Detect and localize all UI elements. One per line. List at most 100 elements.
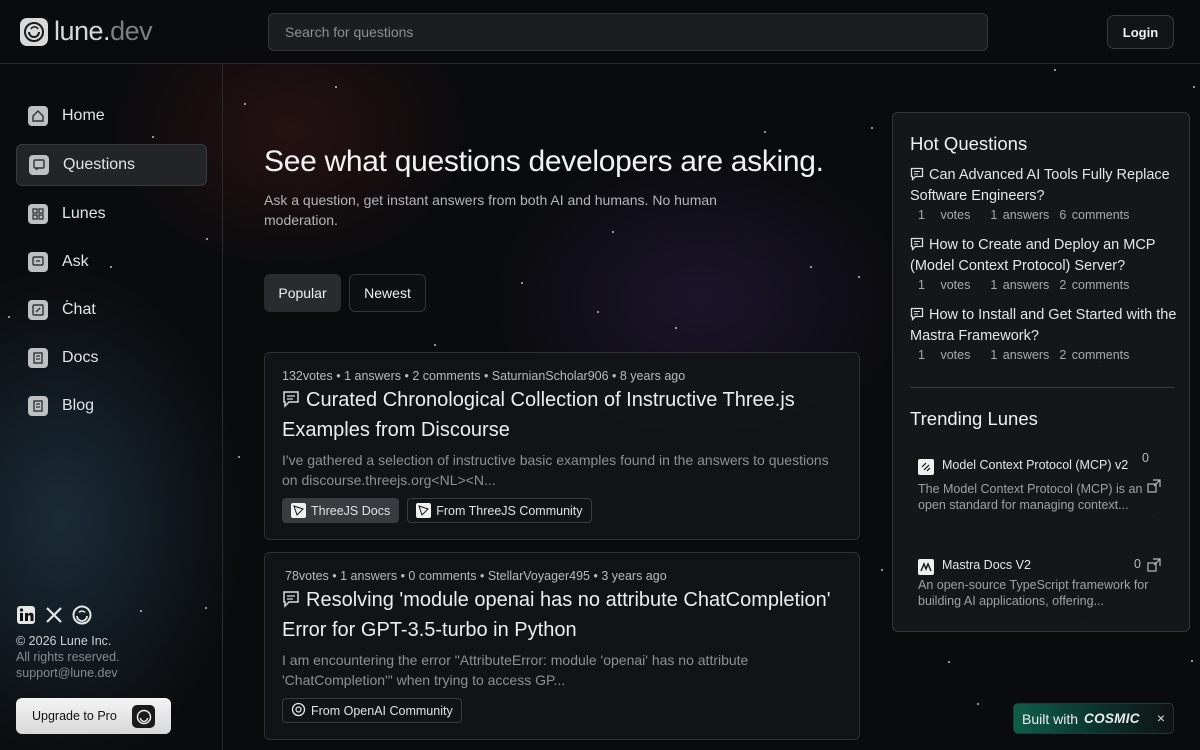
question-title-text: Curated Chronological Collection of Inst… — [282, 389, 795, 441]
comments-count: 0 comments — [408, 569, 477, 583]
tab-popular[interactable]: Popular — [264, 274, 341, 312]
lune-title-text: Model Context Protocol (MCP) v2 — [942, 458, 1129, 472]
logo[interactable]: lune.dev — [20, 16, 153, 47]
mcp-icon — [918, 459, 934, 475]
comments-count: 2 comments — [1059, 278, 1130, 292]
top-bar: lune.dev Login — [0, 0, 1200, 64]
page-title: See what questions developers are asking… — [264, 145, 824, 178]
threejs-icon — [291, 503, 306, 518]
votes-count: 1 — [918, 208, 925, 222]
comments-count: 6 comments — [1059, 208, 1130, 222]
hot-question-title-text: How to Create and Deploy an MCP (Model C… — [910, 237, 1156, 274]
questions-icon — [29, 155, 49, 175]
answers-count: 1 answers — [344, 369, 402, 383]
answers-count: 1 answers — [990, 208, 1050, 222]
question-meta: 132votes • 1 answers • 2 comments • Satu… — [282, 369, 686, 383]
logo-suffix: dev — [110, 16, 153, 46]
votes-count: 132votes — [282, 369, 333, 383]
home-icon — [28, 106, 48, 126]
search-input[interactable] — [268, 13, 988, 51]
question-title[interactable]: Curated Chronological Collection of Inst… — [282, 386, 847, 444]
question-tags: ThreeJS Docs From ThreeJS Community — [282, 498, 592, 523]
hot-question-stats: 1 votes 1 answers 2 comments — [910, 348, 1178, 362]
hot-question-item[interactable]: How to Create and Deploy an MCP (Model C… — [910, 235, 1178, 292]
question-card[interactable]: 132votes • 1 answers • 2 comments • Satu… — [264, 352, 860, 540]
sidebar-item-ask[interactable]: Ask — [16, 241, 207, 283]
lune-title-text: Mastra Docs V2 — [942, 558, 1031, 572]
trending-lune-item[interactable]: Mastra Docs V2 0 An open-source TypeScri… — [918, 557, 1173, 609]
x-twitter-icon[interactable] — [44, 605, 64, 625]
sidebar-item-questions[interactable]: Questions — [16, 144, 207, 186]
docs-icon — [28, 348, 48, 368]
sidebar-item-chat[interactable]: Chat — [16, 289, 207, 331]
tag-threejs-docs[interactable]: ThreeJS Docs — [282, 498, 400, 523]
sidebar-item-label: Blog — [62, 397, 95, 414]
built-with-text: Built with — [1022, 710, 1079, 727]
upgrade-label: Upgrade to Pro — [32, 709, 117, 723]
hot-question-item[interactable]: How to Install and Get Started with the … — [910, 305, 1178, 362]
sidebar-item-label: Ask — [62, 253, 89, 270]
lune-count: 0 — [1134, 557, 1141, 571]
question-excerpt: I am encountering the error "AttributeEr… — [282, 652, 749, 688]
question-icon — [282, 388, 300, 416]
votes-count: 78votes — [285, 569, 329, 583]
question-tags: From OpenAI Community — [282, 698, 462, 723]
comments-count: 2 comments — [412, 369, 481, 383]
votes-label: votes — [940, 278, 971, 292]
sidebar-right-panel: Hot Questions Can Advanced AI Tools Full… — [892, 112, 1190, 632]
tag-threejs-community[interactable]: From ThreeJS Community — [407, 498, 592, 523]
hot-question-title-text: How to Install and Get Started with the … — [910, 307, 1177, 344]
trending-lunes-heading: Trending Lunes — [910, 408, 1038, 429]
lune-social-icon[interactable] — [72, 605, 92, 625]
sidebar-item-home[interactable]: Home — [16, 95, 207, 137]
logo-text: lune.dev — [54, 16, 153, 47]
question-meta: 78votes • 1 answers • 0 comments • Stell… — [285, 569, 667, 583]
lune-title[interactable]: Model Context Protocol (MCP) v2 — [918, 457, 1173, 475]
copyright-text: © 2026 Lune Inc. — [16, 634, 112, 648]
login-button[interactable]: Login — [1107, 15, 1174, 49]
mastra-icon — [918, 559, 934, 575]
tag-label: From OpenAI Community — [311, 703, 453, 718]
chat-icon — [28, 300, 48, 320]
sidebar-item-label: Chat — [62, 301, 96, 318]
linkedin-icon[interactable] — [16, 605, 36, 625]
ask-icon — [28, 252, 48, 272]
sidebar-item-docs[interactable]: Docs — [16, 337, 207, 379]
close-icon[interactable]: × — [1157, 710, 1165, 726]
question-icon — [282, 588, 300, 616]
sidebar-item-blog[interactable]: Blog — [16, 385, 207, 427]
openai-icon — [291, 702, 306, 720]
hot-question-item[interactable]: Can Advanced AI Tools Fully Replace Soft… — [910, 165, 1178, 222]
link-icon[interactable] — [1147, 558, 1161, 572]
author-name[interactable]: SaturnianScholar906 — [492, 369, 609, 383]
votes-count: 1 — [918, 348, 925, 362]
upgrade-to-pro-button[interactable]: Upgrade to Pro — [16, 698, 171, 734]
author-name[interactable]: StellarVoyager495 — [488, 569, 590, 583]
lune-count: 0 — [1142, 451, 1149, 465]
tag-openai-community[interactable]: From OpenAI Community — [282, 698, 462, 723]
hot-question-title[interactable]: How to Create and Deploy an MCP (Model C… — [910, 235, 1178, 277]
votes-label: votes — [940, 348, 971, 362]
lune-description: The Model Context Protocol (MCP) is an o… — [918, 482, 1143, 512]
post-time: 8 years ago — [619, 369, 686, 383]
hot-question-title[interactable]: Can Advanced AI Tools Fully Replace Soft… — [910, 165, 1178, 207]
cosmic-logo: COSMIC — [1084, 711, 1140, 726]
hot-question-title[interactable]: How to Install and Get Started with the … — [910, 305, 1178, 347]
votes-count: 1 — [918, 278, 925, 292]
trending-lune-item[interactable]: Model Context Protocol (MCP) v2 0 The Mo… — [918, 451, 1173, 513]
hot-question-title-text: Can Advanced AI Tools Fully Replace Soft… — [910, 167, 1170, 204]
logo-main: lune. — [54, 16, 111, 46]
lune-description: An open-source TypeScript framework for … — [918, 578, 1149, 608]
sidebar-item-lunes[interactable]: Lunes — [16, 193, 207, 235]
support-email[interactable]: support@lune.dev — [16, 665, 120, 681]
votes-label: votes — [940, 208, 971, 222]
question-card[interactable]: 78votes • 1 answers • 0 comments • Stell… — [264, 552, 860, 740]
answers-count: 1 answers — [340, 569, 398, 583]
question-title[interactable]: Resolving 'module openai has no attribut… — [282, 586, 847, 644]
built-with-cosmic-badge[interactable]: Built with COSMIC × — [1013, 703, 1174, 734]
page-subtitle: Ask a question, get instant answers from… — [264, 192, 717, 228]
link-icon[interactable] — [1147, 479, 1161, 493]
tab-newest[interactable]: Newest — [349, 274, 426, 312]
panel-divider — [910, 387, 1174, 388]
comments-count: 2 comments — [1059, 348, 1130, 362]
